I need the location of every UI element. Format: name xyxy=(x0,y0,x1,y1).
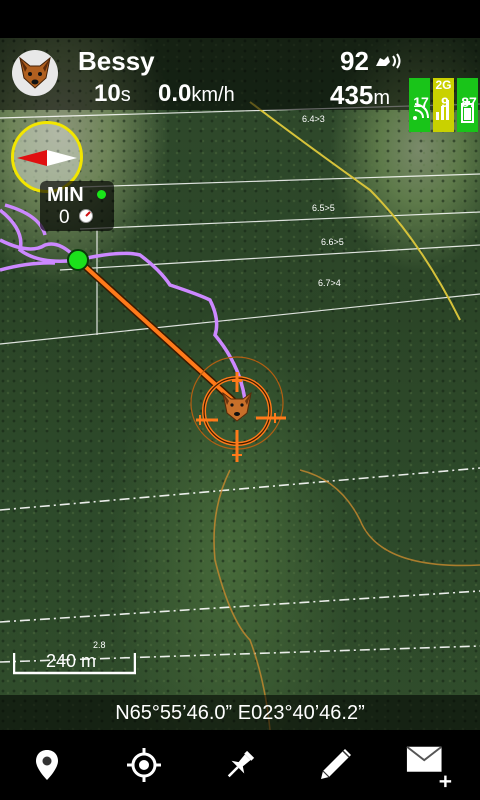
grid-label: 6.7>4 xyxy=(318,278,341,288)
dog-avatar[interactable] xyxy=(12,50,58,96)
coordinates-bar: N65°55’46.0” E023°40’46.2” xyxy=(0,695,480,732)
crosshair-icon xyxy=(127,748,161,782)
dog-name: Bessy xyxy=(78,46,155,76)
signal-value: 9 xyxy=(441,94,449,110)
dog-barking-icon xyxy=(376,53,401,69)
dog-distance: 435m xyxy=(330,80,390,111)
grid-label: 6.6>5 xyxy=(321,237,344,247)
dog-bearing: 92 xyxy=(340,46,369,76)
pushpin-icon xyxy=(227,750,255,778)
draw-button[interactable] xyxy=(310,742,360,788)
min-status-dot xyxy=(97,190,106,199)
time-unit: s xyxy=(120,84,131,106)
dog-speed: 0.0km/h xyxy=(158,80,235,108)
message-add-icon xyxy=(406,745,452,788)
map-pin-icon xyxy=(36,750,58,780)
map-pin-button[interactable] xyxy=(22,742,72,788)
system-status-bar xyxy=(0,0,480,38)
dog-info-header[interactable]: Bessy 10s 0.0km/h 92 435m 2G xyxy=(0,38,480,132)
time-value: 10 xyxy=(94,80,121,107)
min-indicator[interactable]: MIN 0 xyxy=(40,181,114,231)
map-road xyxy=(249,101,461,321)
scale-label: 240 m xyxy=(46,651,97,671)
network-label: 2G xyxy=(435,78,452,92)
last-update-time: 10s xyxy=(94,80,131,108)
handler-position xyxy=(67,249,89,271)
alarm-icon xyxy=(79,209,93,223)
min-value: 0 xyxy=(59,207,70,228)
pencil-icon xyxy=(321,749,351,779)
track-line xyxy=(75,257,240,407)
coordinates-text: N65°55’46.0” E023°40’46.2” xyxy=(115,702,365,724)
min-label: MIN xyxy=(47,184,84,206)
grid-label: 6.5>5 xyxy=(312,203,335,213)
grid-label: 6.4>3 xyxy=(302,114,325,124)
map-trail-1 xyxy=(213,469,271,730)
map-trail-2 xyxy=(299,469,480,567)
distance-value: 435 xyxy=(330,80,374,110)
pushpin-button[interactable] xyxy=(215,742,265,788)
grid-label: 2.8 xyxy=(93,640,106,650)
dog-face-icon xyxy=(19,56,51,89)
map-scale-bar: 240 m xyxy=(12,651,137,676)
map-boundary-lines xyxy=(0,467,480,663)
distance-unit: m xyxy=(373,87,391,109)
new-message-button[interactable] xyxy=(405,742,455,788)
gps-satellite-count: 17 xyxy=(413,94,429,110)
battery-value: 87 xyxy=(461,94,477,110)
bottom-toolbar xyxy=(0,730,480,800)
speed-value: 0.0 xyxy=(158,80,192,107)
speed-unit: km/h xyxy=(191,84,235,106)
locate-button[interactable] xyxy=(119,742,169,788)
